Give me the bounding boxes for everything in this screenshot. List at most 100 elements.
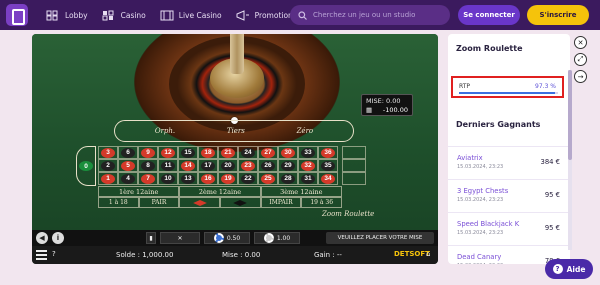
- winner-game[interactable]: 3 Egypt Chests: [457, 187, 508, 195]
- dozen-bet-2[interactable]: 2ème 12aine: [179, 186, 261, 197]
- expand-icon[interactable]: ⤢: [574, 53, 587, 66]
- number-cell[interactable]: 5: [118, 159, 138, 172]
- rtp-bar: [459, 92, 558, 94]
- hamburger-menu-icon[interactable]: [36, 250, 47, 260]
- panel-scrollbar[interactable]: [568, 70, 572, 250]
- number-label: 33: [301, 147, 315, 158]
- film-icon: [160, 10, 174, 20]
- dozen-bet-3[interactable]: 3ème 12aine: [260, 186, 342, 197]
- racetrack-zero[interactable]: Zéro: [297, 127, 314, 135]
- close-icon[interactable]: ✕: [574, 36, 587, 49]
- winner-game[interactable]: Speed Blackjack K: [457, 220, 519, 228]
- number-cell[interactable]: 33: [298, 146, 318, 159]
- bet-1-18[interactable]: 1 à 18: [98, 197, 139, 208]
- number-cell[interactable]: 12: [158, 146, 178, 159]
- site-logo[interactable]: [6, 4, 28, 26]
- signup-button[interactable]: S'inscrire: [527, 5, 589, 25]
- number-cell[interactable]: 23: [238, 159, 258, 172]
- nav-casino-label: Casino: [120, 10, 146, 20]
- bet-red[interactable]: [179, 197, 221, 208]
- arrow-right-icon[interactable]: →: [574, 70, 587, 83]
- chip-slot-100[interactable]: 1.00: [254, 232, 300, 244]
- number-cell[interactable]: 32: [298, 159, 318, 172]
- chip-slot-050[interactable]: 0.50: [204, 232, 250, 244]
- number-cell[interactable]: 25: [258, 172, 278, 185]
- nav-live-casino[interactable]: Live Casino: [160, 10, 222, 21]
- winner-row[interactable]: Speed Blackjack K 15.03.2024, 23:23 95 €: [448, 212, 570, 244]
- number-label: 20: [221, 160, 235, 171]
- undo-icon[interactable]: ▮: [146, 232, 156, 244]
- column-bet-bottom[interactable]: [342, 172, 366, 185]
- number-label: 7: [141, 173, 155, 184]
- number-cell[interactable]: 24: [238, 146, 258, 159]
- dozen-bet-1[interactable]: 1ère 12aine: [98, 186, 180, 197]
- number-cell[interactable]: 20: [218, 159, 238, 172]
- number-cell[interactable]: 22: [238, 172, 258, 185]
- winners-title: Derniers Gagnants: [456, 120, 541, 129]
- number-cell[interactable]: 1: [98, 172, 118, 185]
- number-cell[interactable]: 36: [318, 146, 338, 159]
- roulette-game-frame[interactable]: MISE: 0.00 ▦ -100.00 Orph. Tiers Zéro 0 3…: [32, 34, 438, 264]
- racetrack-tiers[interactable]: Tiers: [227, 127, 245, 135]
- column-bet-middle[interactable]: [342, 159, 366, 172]
- winner-row[interactable]: Aviatrix 15.03.2024, 23:23 384 €: [448, 146, 570, 178]
- number-cell[interactable]: 29: [278, 159, 298, 172]
- number-cell[interactable]: 27: [258, 146, 278, 159]
- number-cell[interactable]: 10: [158, 172, 178, 185]
- home-icon[interactable]: ⌂: [426, 250, 430, 258]
- nav-lobby[interactable]: Lobby: [46, 10, 88, 21]
- column-bet-top[interactable]: [342, 146, 366, 159]
- number-cell[interactable]: 26: [258, 159, 278, 172]
- number-cell[interactable]: 30: [278, 146, 298, 159]
- winner-game[interactable]: Dead Canary: [457, 253, 501, 261]
- info-icon[interactable]: i: [52, 232, 64, 244]
- number-label: 13: [181, 173, 195, 184]
- search-bar[interactable]: [290, 5, 450, 25]
- search-input[interactable]: [313, 11, 443, 19]
- nav-casino[interactable]: Casino: [102, 10, 146, 21]
- number-cell[interactable]: 6: [118, 146, 138, 159]
- bet-even[interactable]: PAIR: [138, 197, 180, 208]
- chip-slot-empty[interactable]: ✕: [160, 232, 200, 244]
- number-cell[interactable]: 28: [278, 172, 298, 185]
- number-cell[interactable]: 17: [198, 159, 218, 172]
- scrollbar-thumb[interactable]: [568, 70, 572, 160]
- racetrack-orph[interactable]: Orph.: [155, 127, 175, 135]
- number-cell[interactable]: 8: [138, 159, 158, 172]
- number-cell[interactable]: 13: [178, 172, 198, 185]
- bet-result-panel: MISE: 0.00 ▦ -100.00: [361, 94, 413, 116]
- zero-cell[interactable]: 0: [76, 146, 96, 186]
- help-question-icon[interactable]: ?: [52, 250, 56, 258]
- bet-19-36[interactable]: 19 à 36: [301, 197, 343, 208]
- number-cell[interactable]: 2: [98, 159, 118, 172]
- black-diamond-icon: [233, 199, 248, 206]
- number-cell[interactable]: 14: [178, 159, 198, 172]
- play-icon[interactable]: ◀: [36, 232, 48, 244]
- login-button[interactable]: Se connecter: [458, 5, 520, 25]
- bet-black[interactable]: [220, 197, 261, 208]
- number-label: 30: [281, 147, 295, 158]
- racetrack-bet-area[interactable]: Orph. Tiers Zéro: [114, 120, 354, 142]
- number-cell[interactable]: 34: [318, 172, 338, 185]
- help-button[interactable]: ? Aide: [545, 259, 593, 279]
- number-cell[interactable]: 4: [118, 172, 138, 185]
- help-label: Aide: [566, 264, 586, 274]
- number-cell[interactable]: 3: [98, 146, 118, 159]
- number-cell[interactable]: 9: [138, 146, 158, 159]
- number-cell[interactable]: 19: [218, 172, 238, 185]
- number-cell[interactable]: 21: [218, 146, 238, 159]
- number-cell[interactable]: 15: [178, 146, 198, 159]
- winner-game[interactable]: Aviatrix: [457, 154, 483, 162]
- number-label: 29: [281, 160, 295, 171]
- number-cell[interactable]: 35: [318, 159, 338, 172]
- number-cell[interactable]: 11: [158, 159, 178, 172]
- number-cell[interactable]: 18: [198, 146, 218, 159]
- casino-grid-icon: [102, 10, 114, 20]
- number-cell[interactable]: 16: [198, 172, 218, 185]
- number-cell[interactable]: 31: [298, 172, 318, 185]
- number-cell[interactable]: 7: [138, 172, 158, 185]
- number-label: 23: [241, 160, 255, 171]
- bet-odd[interactable]: IMPAIR: [260, 197, 302, 208]
- nav-promotions[interactable]: Promotions: [236, 9, 297, 21]
- winner-row[interactable]: 3 Egypt Chests 15.03.2024, 23:23 95 €: [448, 179, 570, 211]
